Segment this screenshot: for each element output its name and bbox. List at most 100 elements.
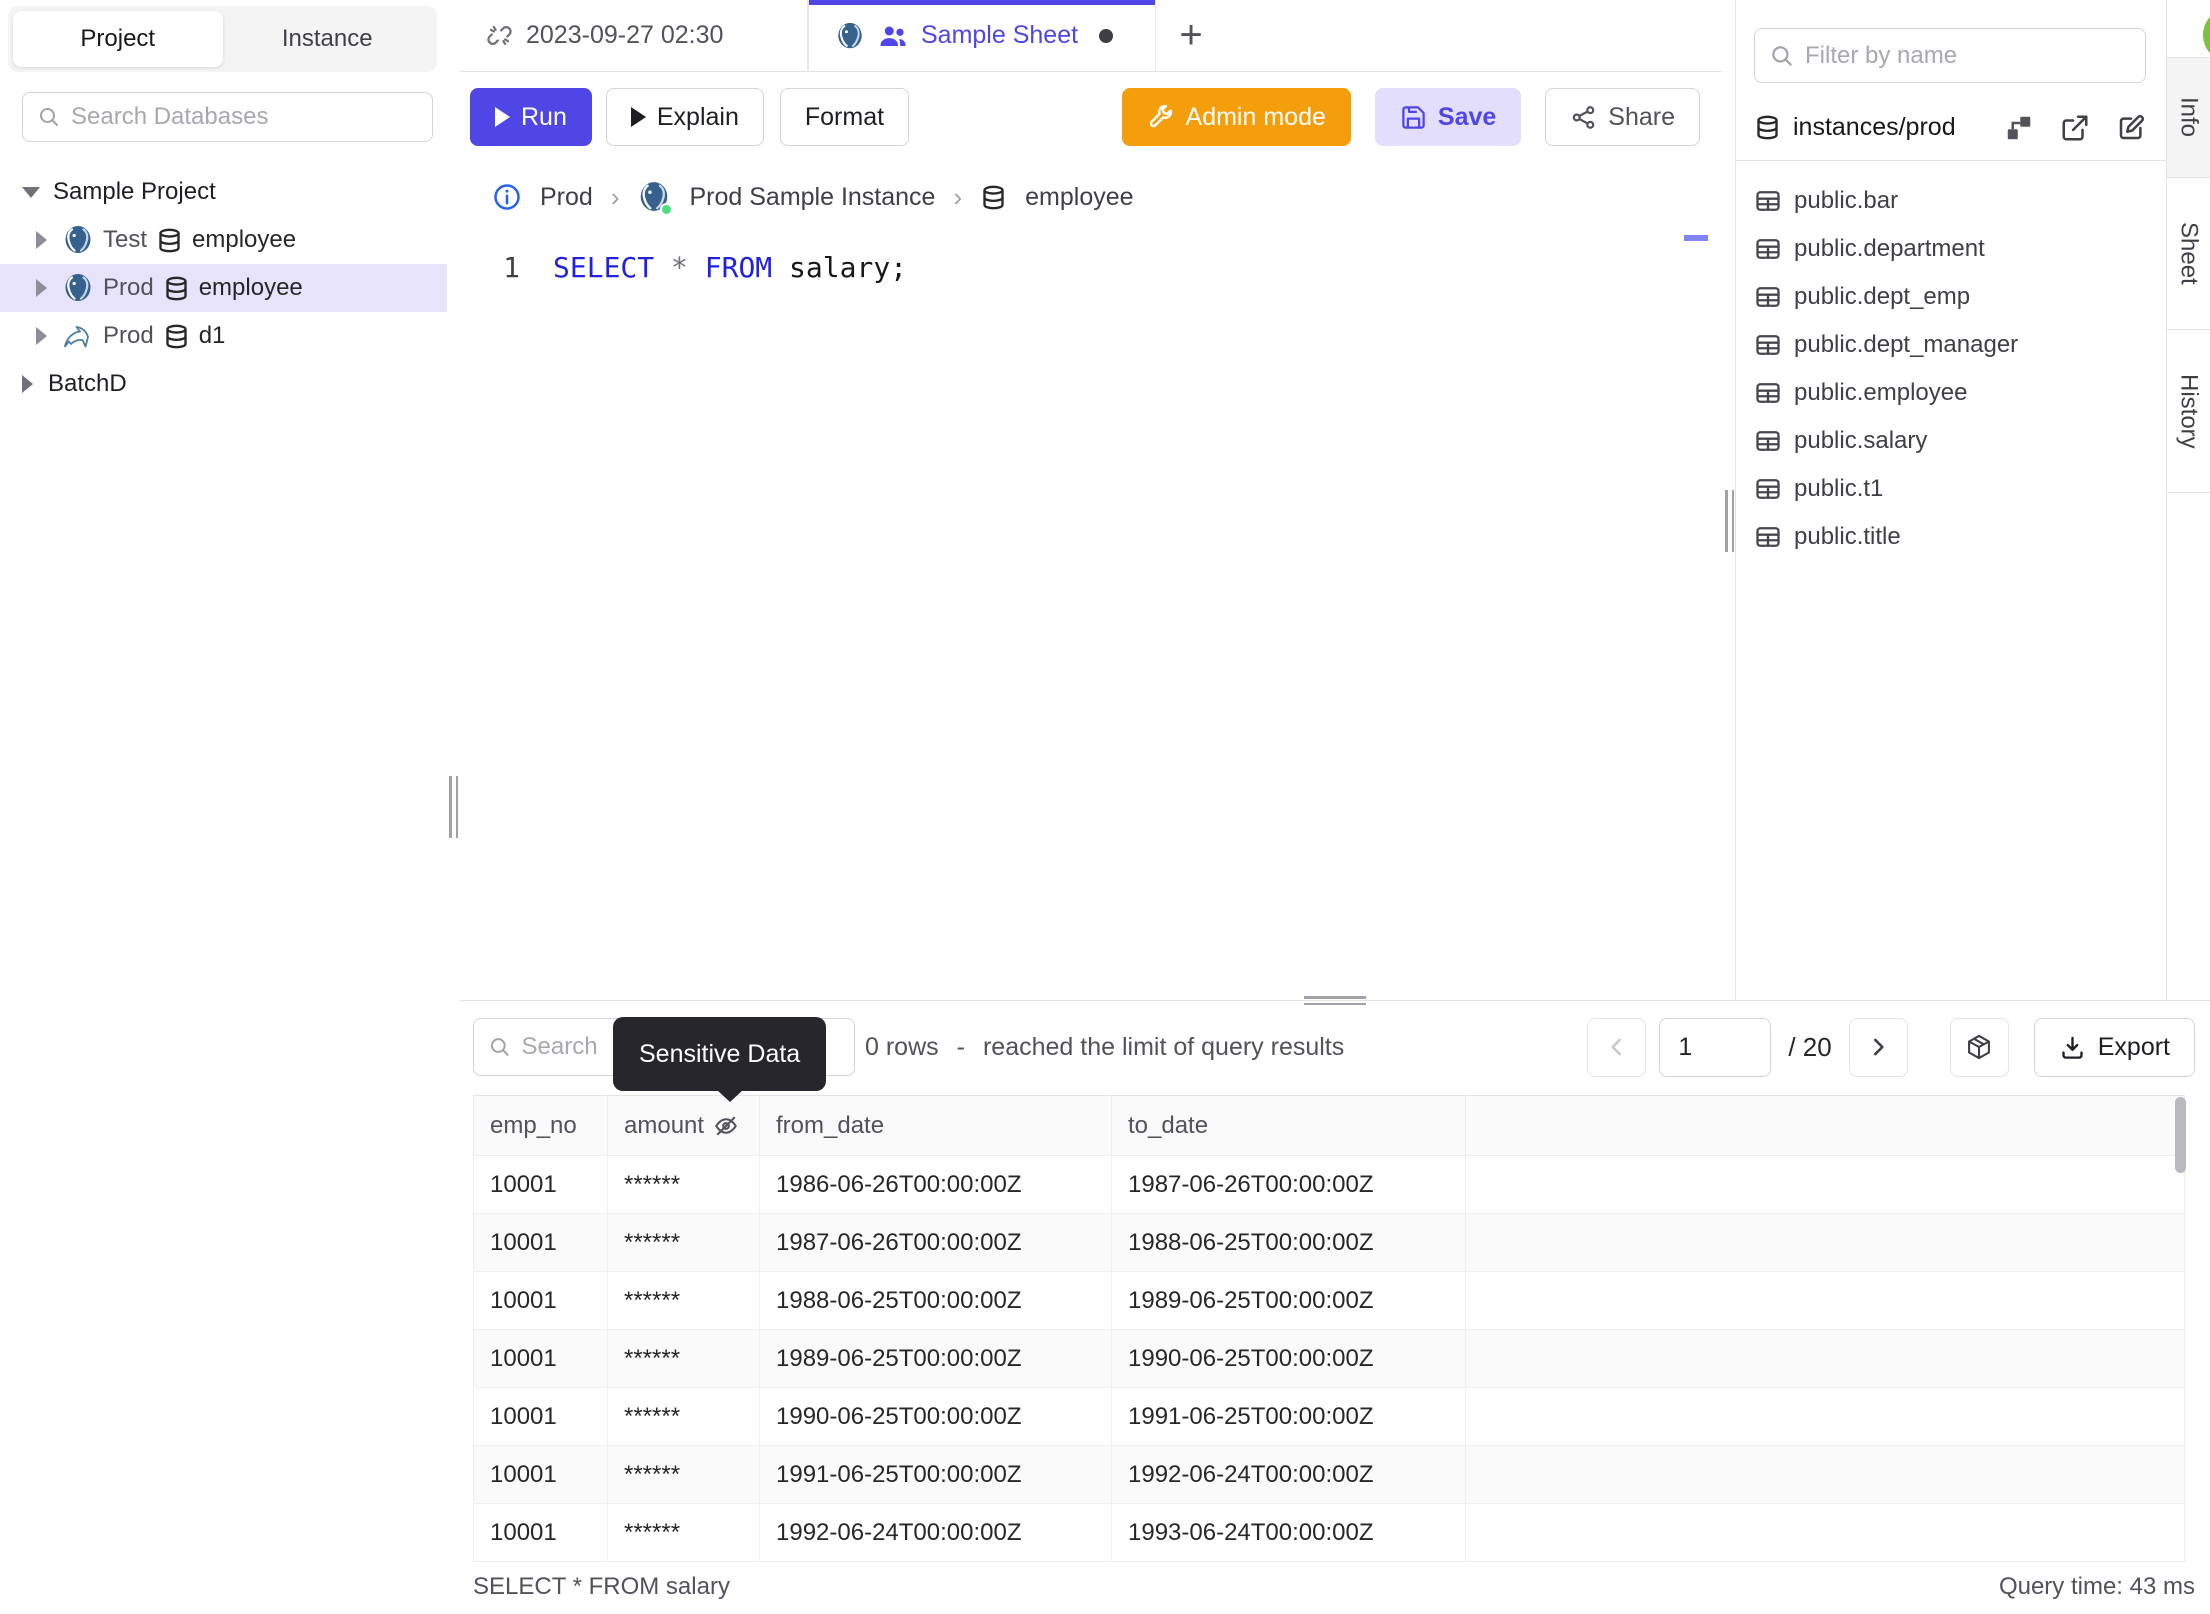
tab-info[interactable]: Info: [2167, 57, 2210, 178]
schema-panel: instances/prod public.bar public.departm…: [1735, 0, 2166, 1000]
tab-history[interactable]: History: [2167, 330, 2210, 493]
table-item[interactable]: public.title: [1736, 513, 2166, 561]
table-item[interactable]: public.dept_emp: [1736, 273, 2166, 321]
column-header-from-date[interactable]: from_date: [759, 1095, 1112, 1156]
prev-page-button[interactable]: [1587, 1017, 1647, 1077]
tree-db-prod-d1[interactable]: Prod d1: [0, 312, 447, 360]
sheet-tab-timestamp[interactable]: 2023-09-27 02:30: [460, 0, 808, 71]
tab-project[interactable]: Project: [13, 11, 223, 67]
table-row[interactable]: 10001 ****** 1986-06-26T00:00:00Z 1987-06-2…: [473, 1155, 2185, 1214]
table-item[interactable]: public.dept_manager: [1736, 321, 2166, 369]
caret-right-icon: [36, 231, 47, 249]
sidebar-resize-gutter[interactable]: [447, 0, 460, 1614]
database-search[interactable]: [22, 92, 433, 142]
search-icon: [40, 108, 58, 126]
table-icon: [1756, 335, 1780, 355]
next-page-button[interactable]: [1848, 1017, 1908, 1077]
panel-resize-handle[interactable]: [1304, 996, 1366, 1005]
postgres-icon-with-status: [637, 180, 674, 216]
table-item[interactable]: public.t1: [1736, 465, 2166, 513]
table-name: public.dept_emp: [1794, 283, 1971, 310]
external-link-icon[interactable]: [2060, 113, 2090, 143]
tab-instance[interactable]: Instance: [223, 11, 433, 67]
table-item[interactable]: public.salary: [1736, 417, 2166, 465]
table-name: public.dept_manager: [1794, 331, 2019, 358]
sql-operator: *: [671, 251, 688, 284]
database-search-input[interactable]: [71, 103, 418, 131]
admin-mode-button[interactable]: Admin mode: [1121, 88, 1351, 146]
table-name: public.employee: [1794, 379, 1968, 406]
schema-filter-input[interactable]: [1805, 41, 2131, 70]
search-icon: [1772, 45, 1792, 66]
sql-keyword: SELECT: [553, 251, 655, 284]
resize-handle[interactable]: [1725, 490, 1734, 552]
export-button[interactable]: Export: [2033, 1017, 2195, 1077]
run-label: Run: [521, 102, 567, 131]
row-count: 0 rows: [865, 1032, 939, 1061]
chevron-right-icon: ›: [610, 181, 620, 212]
column-header-to-date[interactable]: to_date: [1111, 1095, 1466, 1156]
column-header-amount[interactable]: amount: [607, 1095, 760, 1156]
add-sheet-button[interactable]: +: [1156, 0, 1226, 71]
save-button[interactable]: Save: [1374, 88, 1522, 146]
schema-diagram-icon[interactable]: [2004, 113, 2034, 143]
table-header-row: emp_no amount from_date to_date: [473, 1095, 2185, 1156]
schema-panel-resize-gutter[interactable]: [1722, 0, 1735, 1000]
format-button[interactable]: Format: [779, 88, 910, 146]
tree-db-prod-employee[interactable]: Prod employee: [0, 264, 447, 312]
caret-right-icon: [36, 279, 47, 297]
pagination: / 20 Export: [1587, 1017, 2195, 1077]
sql-editor[interactable]: 1 SELECT * FROM salary;: [460, 232, 1722, 1000]
table-row[interactable]: 10001 ****** 1991-06-25T00:00:00Z 1992-06-2…: [473, 1445, 2185, 1504]
sql-keyword: FROM: [704, 251, 773, 284]
environment-label: Prod: [103, 322, 154, 349]
table-icon: [1756, 287, 1780, 307]
tree-project-batchd[interactable]: BatchD: [0, 360, 447, 408]
tree-project-sample[interactable]: Sample Project: [0, 168, 447, 216]
query-results-panel: 0 rows - reached the limit of query resu…: [460, 996, 2210, 1614]
database-label: employee: [198, 274, 303, 301]
breadcrumb-instance[interactable]: Prod Sample Instance: [689, 183, 935, 212]
code-line[interactable]: 1 SELECT * FROM salary;: [460, 246, 1722, 290]
visualize-button[interactable]: [1949, 1017, 2009, 1077]
share-button[interactable]: Share: [1545, 88, 1700, 146]
results-summary: 0 rows - reached the limit of query resu…: [865, 1033, 1344, 1062]
table-row[interactable]: 10001 ****** 1992-06-24T00:00:00Z 1993-06-2…: [473, 1503, 2185, 1562]
table-item[interactable]: public.employee: [1736, 369, 2166, 417]
postgres-icon: [64, 272, 92, 303]
info-icon[interactable]: [492, 182, 522, 212]
tab-sheet[interactable]: Sheet: [2167, 178, 2210, 330]
sheet-tab-label: Sample Sheet: [921, 21, 1079, 49]
table-row[interactable]: 10001 ****** 1988-06-25T00:00:00Z 1989-06-2…: [473, 1271, 2185, 1330]
table-row[interactable]: 10001 ****** 1990-06-25T00:00:00Z 1991-06-2…: [473, 1387, 2185, 1446]
unlink-icon: [487, 25, 512, 46]
explain-button[interactable]: Explain: [605, 88, 764, 146]
project-label: BatchD: [48, 370, 127, 397]
breadcrumb-environment[interactable]: Prod: [540, 183, 593, 212]
table-icon: [1756, 479, 1780, 499]
users-icon: [880, 26, 906, 46]
run-button[interactable]: Run: [470, 88, 592, 146]
column-label: amount: [624, 1111, 705, 1139]
status-dot: [660, 203, 674, 216]
page-number-input[interactable]: [1659, 1017, 1772, 1077]
results-scrollbar-thumb[interactable]: [2175, 1097, 2186, 1173]
table-item[interactable]: public.department: [1736, 225, 2166, 273]
resize-handle[interactable]: [449, 776, 458, 838]
avatar[interactable]: T: [2203, 8, 2210, 62]
table-row[interactable]: 10001 ****** 1987-06-26T00:00:00Z 1988-06-2…: [473, 1213, 2185, 1272]
table-list: public.bar public.department public.dept…: [1736, 161, 2166, 561]
save-label: Save: [1437, 102, 1497, 131]
caret-down-icon: [22, 186, 40, 198]
table-name: public.department: [1794, 235, 1985, 262]
schema-filter[interactable]: [1754, 28, 2146, 83]
table-item[interactable]: public.bar: [1736, 177, 2166, 225]
edit-icon[interactable]: [2116, 113, 2146, 143]
table-row[interactable]: 10001 ****** 1989-06-25T00:00:00Z 1990-06-2…: [473, 1329, 2185, 1388]
breadcrumb-database[interactable]: employee: [1025, 183, 1133, 212]
format-label: Format: [804, 102, 885, 131]
sql-statement: SELECT * FROM salary;: [553, 246, 907, 290]
tree-db-test-employee[interactable]: Test employee: [0, 216, 447, 264]
column-header-emp-no[interactable]: emp_no: [473, 1095, 608, 1156]
sheet-tab-sample-sheet[interactable]: Sample Sheet: [808, 0, 1156, 71]
